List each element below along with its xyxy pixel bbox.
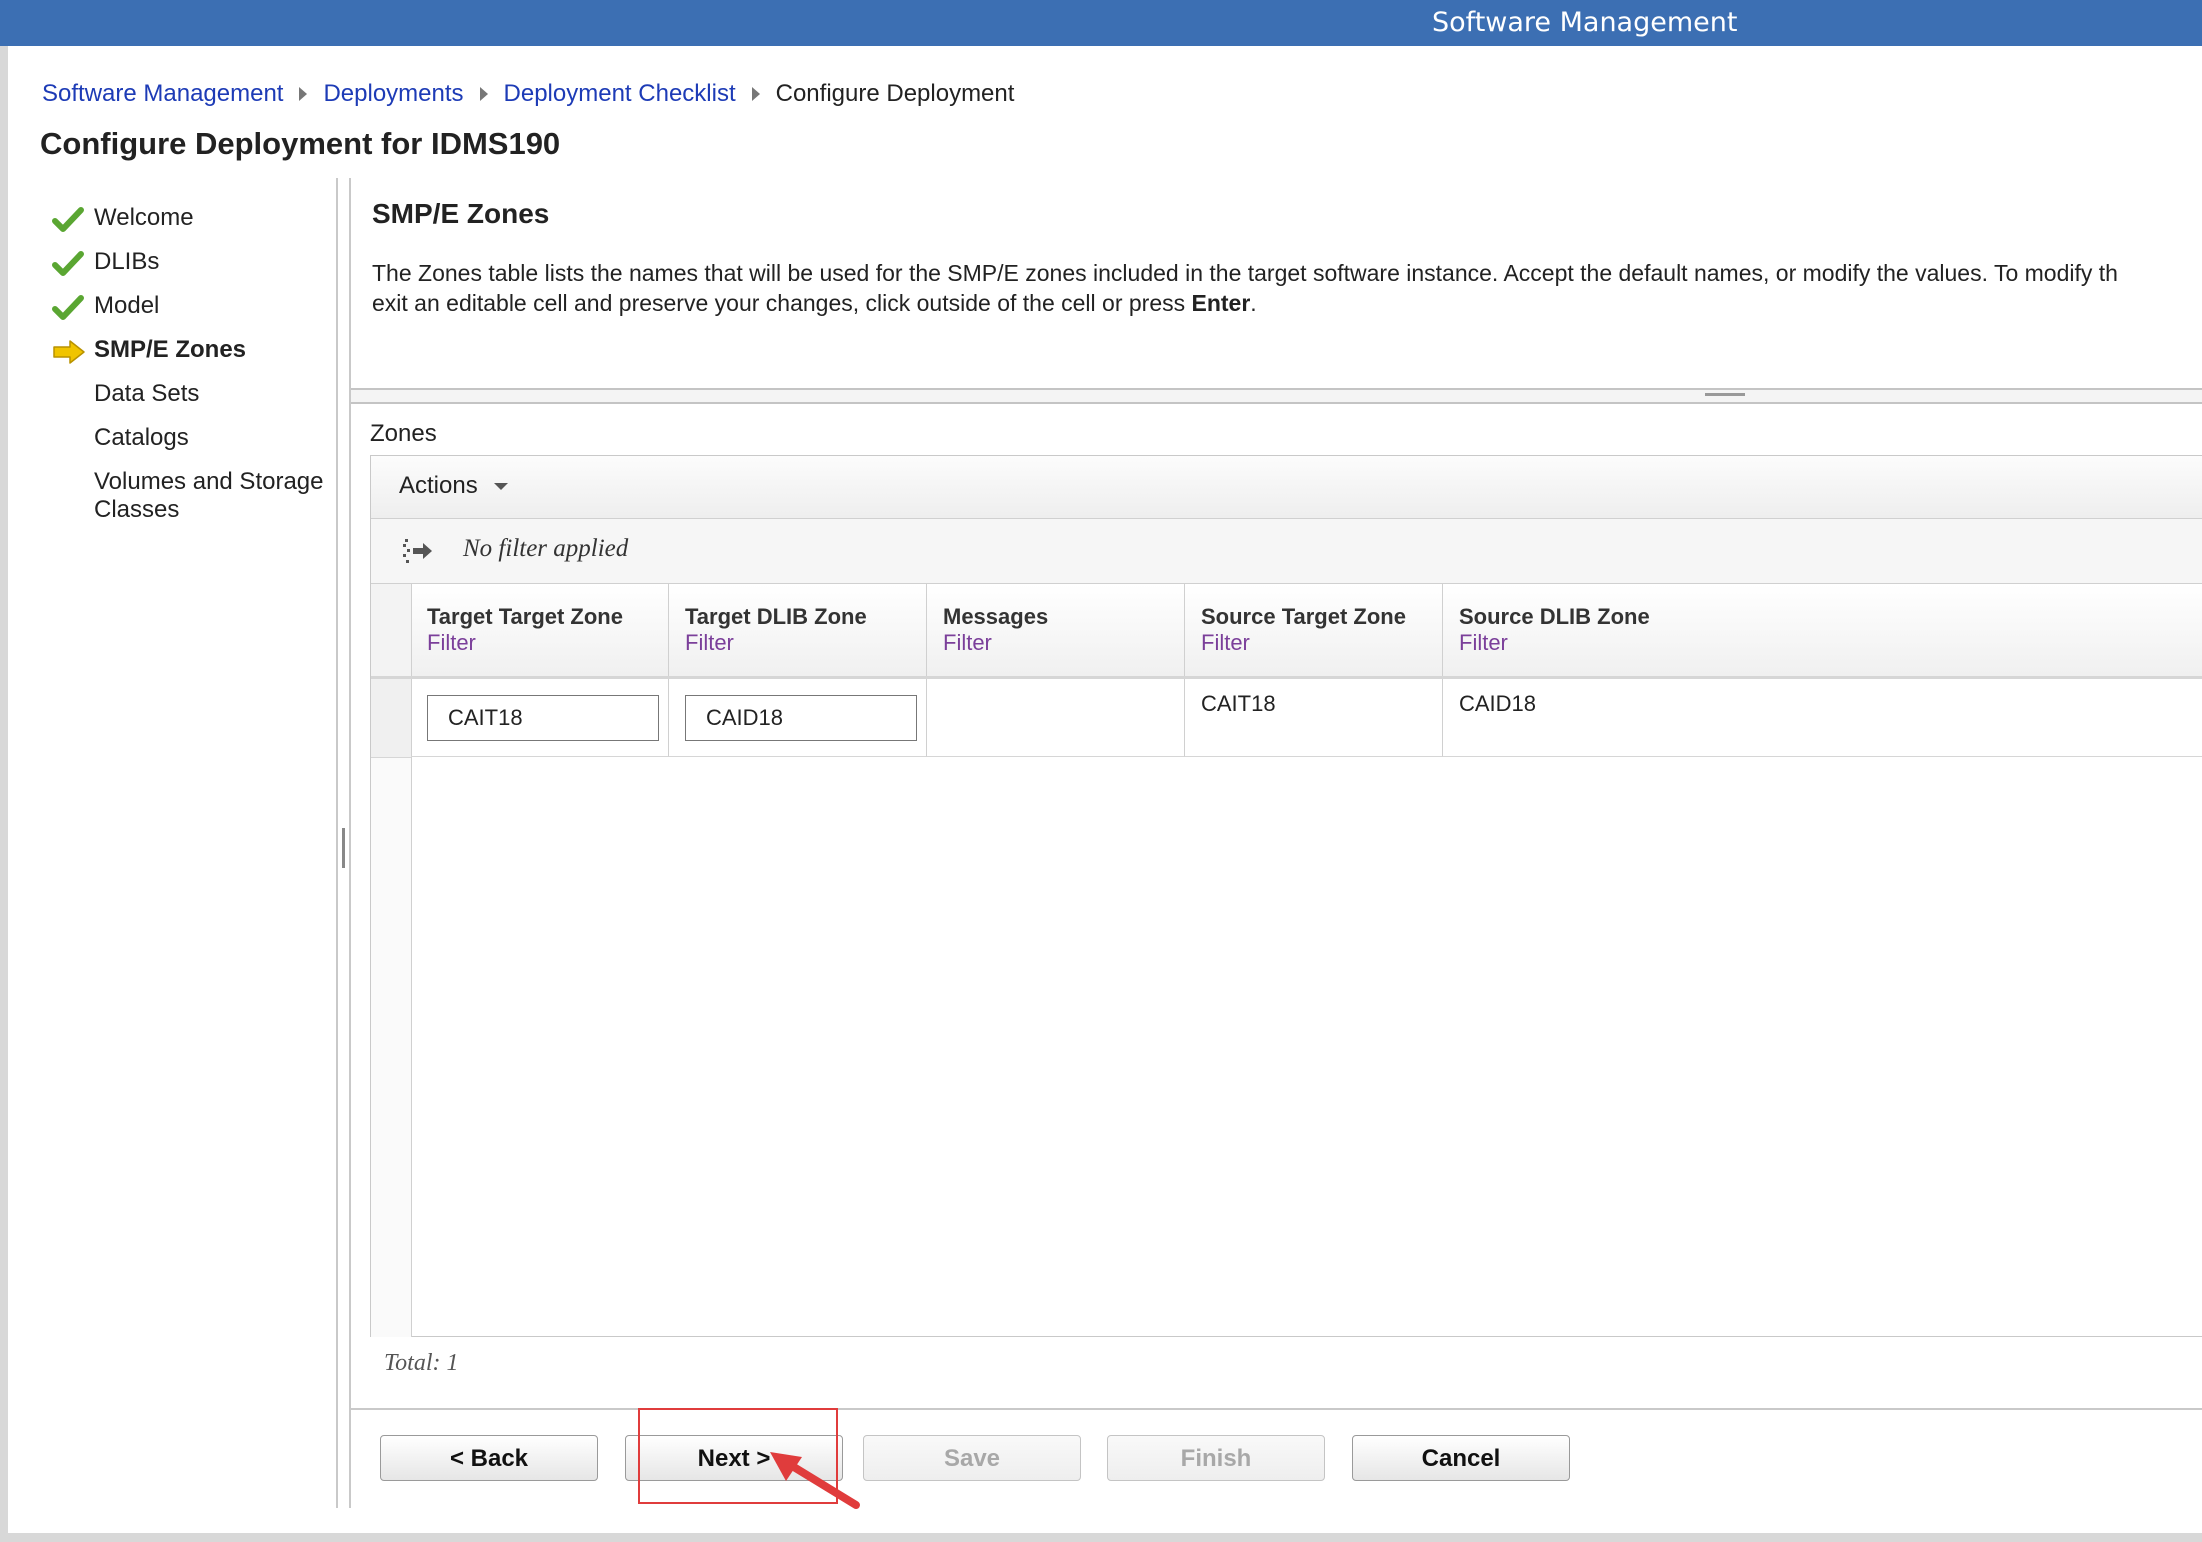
row-selector[interactable] (371, 679, 411, 758)
filter-clear-icon[interactable] (401, 535, 435, 567)
table-body: CAIT18 CAID18 (371, 679, 2202, 1337)
row-selector-column (371, 679, 412, 1337)
splitter-handle[interactable] (342, 828, 345, 868)
column-header-target-target-zone[interactable]: Target Target Zone Filter (411, 584, 669, 676)
column-title: Target DLIB Zone (685, 604, 867, 629)
save-button: Save (863, 1435, 1081, 1481)
step-label: Volumes and Storage Classes (94, 468, 324, 523)
step-label: Welcome (94, 204, 194, 231)
column-filter-link[interactable]: Filter (1459, 630, 1508, 656)
cell-source-target-zone: CAIT18 (1185, 679, 1443, 757)
finish-button: Finish (1107, 1435, 1325, 1481)
column-title: Messages (943, 604, 1049, 629)
zones-table: Actions No filter applied Target Target … (370, 455, 2202, 1337)
cell-source-dlib-zone: CAID18 (1443, 679, 2202, 757)
caret-down-icon (493, 482, 508, 490)
cell-messages (927, 679, 1185, 757)
checkmark-icon (52, 251, 84, 276)
breadcrumb: Software Management Deployments Deployme… (42, 80, 1014, 108)
cell-value: CAID18 (1459, 691, 1537, 716)
checkmark-icon (52, 295, 84, 320)
annotation-arrow-icon (770, 1452, 860, 1509)
step-label: Model (94, 292, 160, 319)
breadcrumb-separator-icon (479, 87, 488, 101)
breadcrumb-software-management[interactable]: Software Management (42, 80, 283, 108)
breadcrumb-current: Configure Deployment (775, 80, 1015, 107)
table-total: Total: 1 (384, 1350, 459, 1376)
filter-status: No filter applied (463, 535, 629, 562)
table-toolbar: Actions (371, 456, 2202, 519)
column-header-source-target-zone[interactable]: Source Target Zone Filter (1185, 584, 1443, 676)
horizontal-splitter[interactable] (351, 388, 2202, 404)
column-header-source-dlib-zone[interactable]: Source DLIB Zone Filter (1443, 584, 2202, 676)
section-description: The Zones table lists the names that wil… (372, 258, 2202, 318)
target-target-zone-input[interactable] (427, 695, 659, 741)
description-text: exit an editable cell and preserve your … (372, 290, 1192, 316)
description-line-1: The Zones table lists the names that wil… (372, 260, 2118, 286)
column-title: Source Target Zone (1201, 604, 1406, 629)
description-key: Enter (1191, 290, 1251, 316)
column-title: Target Target Zone (427, 604, 623, 629)
step-label: DLIBs (94, 248, 160, 275)
window-bottom-edge (0, 1533, 2202, 1542)
breadcrumb-separator-icon (299, 87, 308, 101)
pane-divider (349, 178, 351, 1508)
window-left-edge (0, 46, 8, 1542)
section-title: SMP/E Zones (372, 198, 550, 229)
app-header: Software Management (0, 0, 2202, 46)
cell-target-dlib-zone[interactable] (669, 679, 927, 757)
column-filter-link[interactable]: Filter (1201, 630, 1250, 656)
step-label: Catalogs (94, 424, 189, 451)
column-header-messages[interactable]: Messages Filter (927, 584, 1185, 676)
table-header: Target Target Zone Filter Target DLIB Zo… (371, 584, 2202, 679)
actions-label: Actions (399, 472, 478, 499)
arrow-right-icon (53, 340, 85, 364)
filter-bar: No filter applied (371, 519, 2202, 584)
app-title: Software Management (1432, 7, 1738, 38)
column-filter-link[interactable]: Filter (943, 630, 992, 656)
footer-divider (351, 1408, 2202, 1410)
page-title: Configure Deployment for IDMS190 (40, 126, 561, 161)
back-button[interactable]: < Back (380, 1435, 598, 1481)
step-label: SMP/E Zones (94, 336, 247, 363)
column-header-target-dlib-zone[interactable]: Target DLIB Zone Filter (669, 584, 927, 676)
actions-menu-button[interactable]: Actions (399, 472, 508, 500)
step-label: Data Sets (94, 380, 200, 407)
cell-value: CAIT18 (1201, 691, 1276, 716)
column-filter-link[interactable]: Filter (685, 630, 734, 656)
breadcrumb-deployments[interactable]: Deployments (323, 80, 463, 108)
splitter-grip-icon (1705, 393, 1745, 396)
pane-divider (336, 178, 338, 1508)
description-line-2: exit an editable cell and preserve your … (372, 288, 2202, 318)
column-title: Source DLIB Zone (1459, 604, 1650, 629)
cell-target-target-zone[interactable] (411, 679, 669, 757)
description-text: . (1250, 290, 1257, 316)
target-dlib-zone-input[interactable] (685, 695, 917, 741)
checkmark-icon (52, 207, 84, 232)
breadcrumb-separator-icon (751, 87, 760, 101)
breadcrumb-deployment-checklist[interactable]: Deployment Checklist (504, 80, 736, 108)
column-filter-link[interactable]: Filter (427, 630, 476, 656)
zones-label: Zones (370, 420, 437, 447)
cancel-button[interactable]: Cancel (1352, 1435, 1570, 1481)
row-selector-header (371, 584, 412, 676)
